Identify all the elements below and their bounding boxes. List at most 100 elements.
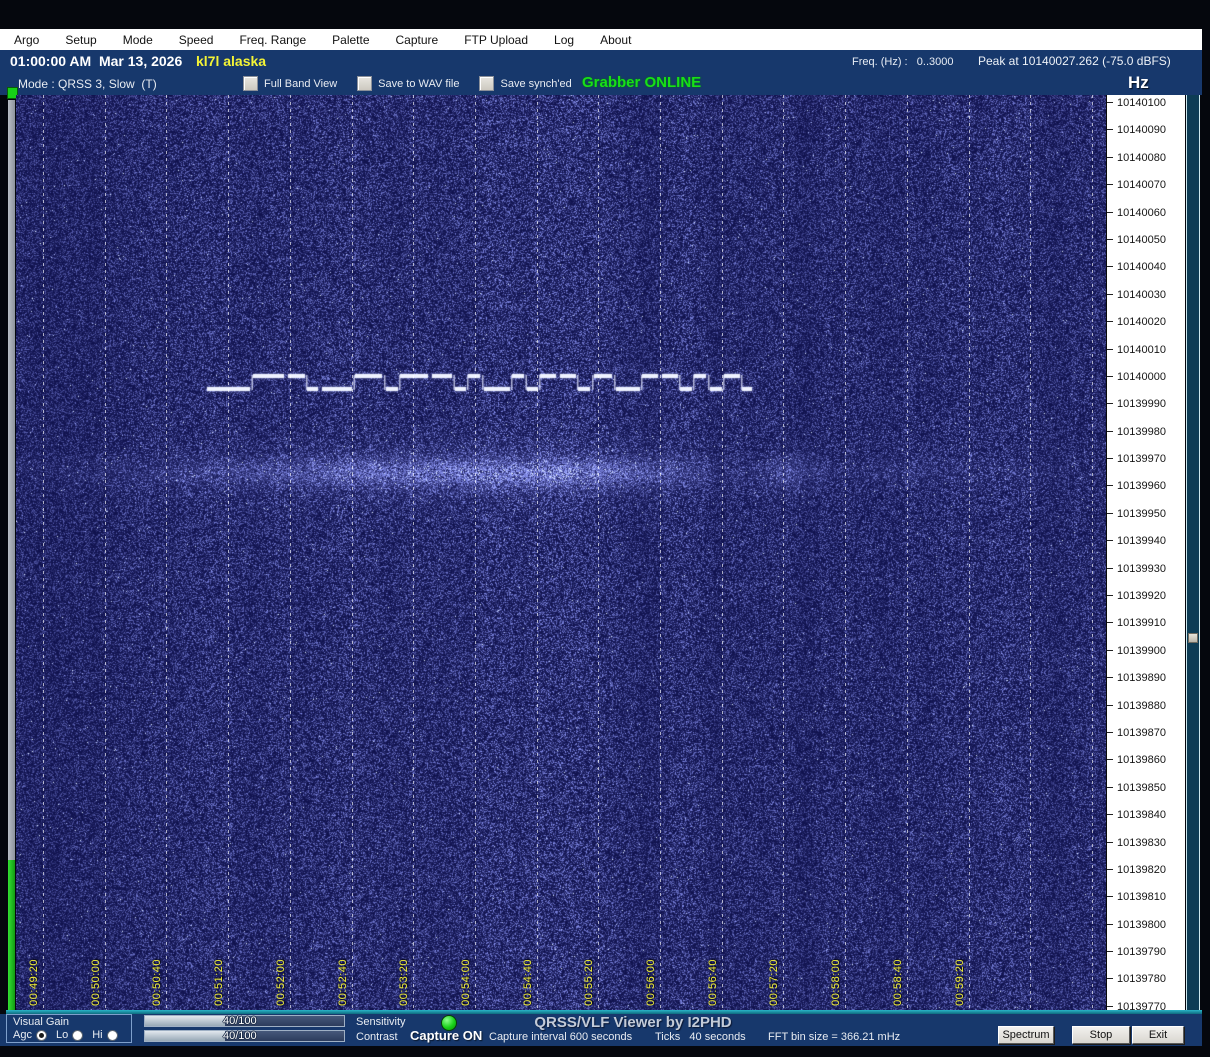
freq-tick-mark [1107, 567, 1113, 569]
checkbox-full-band-view[interactable]: Full Band View [243, 76, 337, 91]
freq-scale-row: 10140050 [1107, 234, 1185, 246]
contrast-slider[interactable]: 40/100 [144, 1030, 345, 1042]
menu-item-mode[interactable]: Mode [123, 33, 153, 47]
freq-label: 10140040 [1117, 261, 1166, 274]
freq-scale-row: 10139910 [1107, 617, 1185, 629]
freq-scale-row: 10139780 [1107, 973, 1185, 985]
freq-scale-row: 10139790 [1107, 946, 1185, 958]
time-tick-label: 00:57:20 [768, 959, 781, 1006]
hz-unit-label: Hz [1128, 73, 1149, 92]
freq-range-readout: Freq. (Hz) : 0..3000 [852, 56, 954, 68]
freq-tick-mark [1107, 321, 1113, 323]
checkbox-box-full-band-view[interactable] [243, 76, 258, 91]
checkbox-box-save-to-wav-file[interactable] [357, 76, 373, 91]
peak-readout: Peak at 10140027.262 (-75.0 dBFS) [978, 54, 1171, 68]
freq-scale-row: 10139800 [1107, 919, 1185, 931]
time-gridline [228, 95, 230, 1010]
menu-item-capture[interactable]: Capture [396, 33, 439, 47]
sensitivity-slider[interactable]: 40/100 [144, 1015, 345, 1027]
freq-label: 10139840 [1117, 809, 1166, 822]
time-tick-label: 00:53:20 [398, 959, 411, 1006]
time-tick-label: 00:50:40 [151, 959, 164, 1006]
sensitivity-value: 40/100 [223, 1015, 257, 1027]
menu-item-argo[interactable]: Argo [14, 33, 39, 47]
time-tick-label: 00:54:00 [459, 959, 472, 1006]
radio-circle-agc[interactable] [35, 1029, 47, 1041]
time-gridline [906, 95, 908, 1010]
menu-item-log[interactable]: Log [554, 33, 574, 47]
checkbox-label: Full Band View [264, 77, 338, 90]
time-tick-label: 00:54:40 [521, 959, 534, 1006]
freq-label: 10139930 [1117, 562, 1166, 575]
checkbox-box-save-synch-ed[interactable] [479, 76, 495, 91]
time-gridline [289, 95, 291, 1010]
radio-circle-hi[interactable] [106, 1029, 118, 1041]
freq-label: 10139900 [1117, 644, 1166, 657]
freq-label: 10139800 [1117, 918, 1166, 931]
menu-item-about[interactable]: About [600, 33, 631, 47]
time-gridline [598, 95, 600, 1010]
exit-button[interactable]: Exit [1132, 1026, 1184, 1044]
contrast-slider-fill [145, 1031, 225, 1041]
freq-label: 10140050 [1117, 233, 1166, 246]
capture-progress-track [8, 100, 15, 860]
radio-lo[interactable]: Lo [56, 1029, 84, 1041]
time-gridline [351, 95, 353, 1010]
freq-label: 10140070 [1117, 179, 1166, 192]
freq-tick-mark [1107, 1005, 1113, 1007]
freq-label: 10140020 [1117, 316, 1166, 329]
freq-label: 10140100 [1117, 97, 1166, 109]
checkbox-save-to-wav-file[interactable]: Save to WAV file [357, 76, 459, 91]
radio-label: Agc [13, 1029, 32, 1041]
freq-tick-mark [1107, 677, 1113, 679]
freq-scale-row: 10139920 [1107, 590, 1185, 602]
freq-tick-mark [1107, 841, 1113, 843]
callsign-label: kl7l alaska [196, 53, 267, 69]
freq-scale-row: 10139900 [1107, 645, 1185, 657]
waterfall-display[interactable]: 00:49:20 00:50:00 00:50:40 00:51:20 00:52:00… [16, 95, 1106, 1010]
time-gridline [1091, 95, 1093, 1010]
sensitivity-slider-fill [145, 1016, 225, 1026]
freq-scale-row: 10139970 [1107, 453, 1185, 465]
freq-scale-row: 10139810 [1107, 891, 1185, 903]
freq-tick-mark [1107, 622, 1113, 624]
freq-tick-mark [1107, 649, 1113, 651]
freq-scale-row: 10139850 [1107, 782, 1185, 794]
freq-label: 10139940 [1117, 535, 1166, 548]
time-gridline [413, 95, 415, 1010]
time-tick-label: 00:58:40 [891, 959, 904, 1006]
freq-label: 10139830 [1117, 836, 1166, 849]
menu-item-speed[interactable]: Speed [179, 33, 214, 47]
menu-item-setup[interactable]: Setup [65, 33, 96, 47]
menu-item-palette[interactable]: Palette [332, 33, 369, 47]
frequency-scale: 10140100 10140090 10140080 10140070 10140060… [1106, 95, 1185, 1013]
freq-tick-mark [1107, 102, 1113, 103]
freq-tick-mark [1107, 595, 1113, 597]
freq-label: 10139960 [1117, 480, 1166, 493]
radio-circle-lo[interactable] [72, 1029, 84, 1041]
frequency-scrollbar[interactable] [1186, 95, 1200, 1010]
frequency-scrollbar-thumb[interactable] [1188, 633, 1198, 643]
stop-button[interactable]: Stop [1072, 1026, 1130, 1044]
freq-scale-row: 10140000 [1107, 371, 1185, 383]
sensitivity-label: Sensitivity [356, 1016, 406, 1028]
freq-label: 10139990 [1117, 398, 1166, 411]
freq-tick-mark [1107, 430, 1113, 432]
spectrogram-canvas [16, 95, 1106, 1010]
freq-tick-mark [1107, 375, 1113, 377]
freq-label: 10139790 [1117, 946, 1166, 959]
freq-scale-row: 10140100 [1107, 97, 1185, 109]
spectrum-button[interactable]: Spectrum [998, 1026, 1054, 1044]
time-tick-label: 00:52:00 [274, 959, 287, 1006]
checkbox-save-synch-ed[interactable]: Save synch'ed [479, 76, 572, 91]
menu-item-freq-range[interactable]: Freq. Range [239, 33, 306, 47]
time-tick-label: 00:56:40 [706, 959, 719, 1006]
freq-tick-mark [1107, 896, 1113, 898]
freq-tick-mark [1107, 403, 1113, 405]
freq-scale-row: 10140010 [1107, 344, 1185, 356]
radio-hi[interactable]: Hi [92, 1029, 118, 1041]
freq-scale-row: 10140030 [1107, 289, 1185, 301]
menu-item-ftp-upload[interactable]: FTP Upload [464, 33, 528, 47]
radio-agc[interactable]: Agc [13, 1029, 47, 1041]
time-gridline [968, 95, 970, 1010]
